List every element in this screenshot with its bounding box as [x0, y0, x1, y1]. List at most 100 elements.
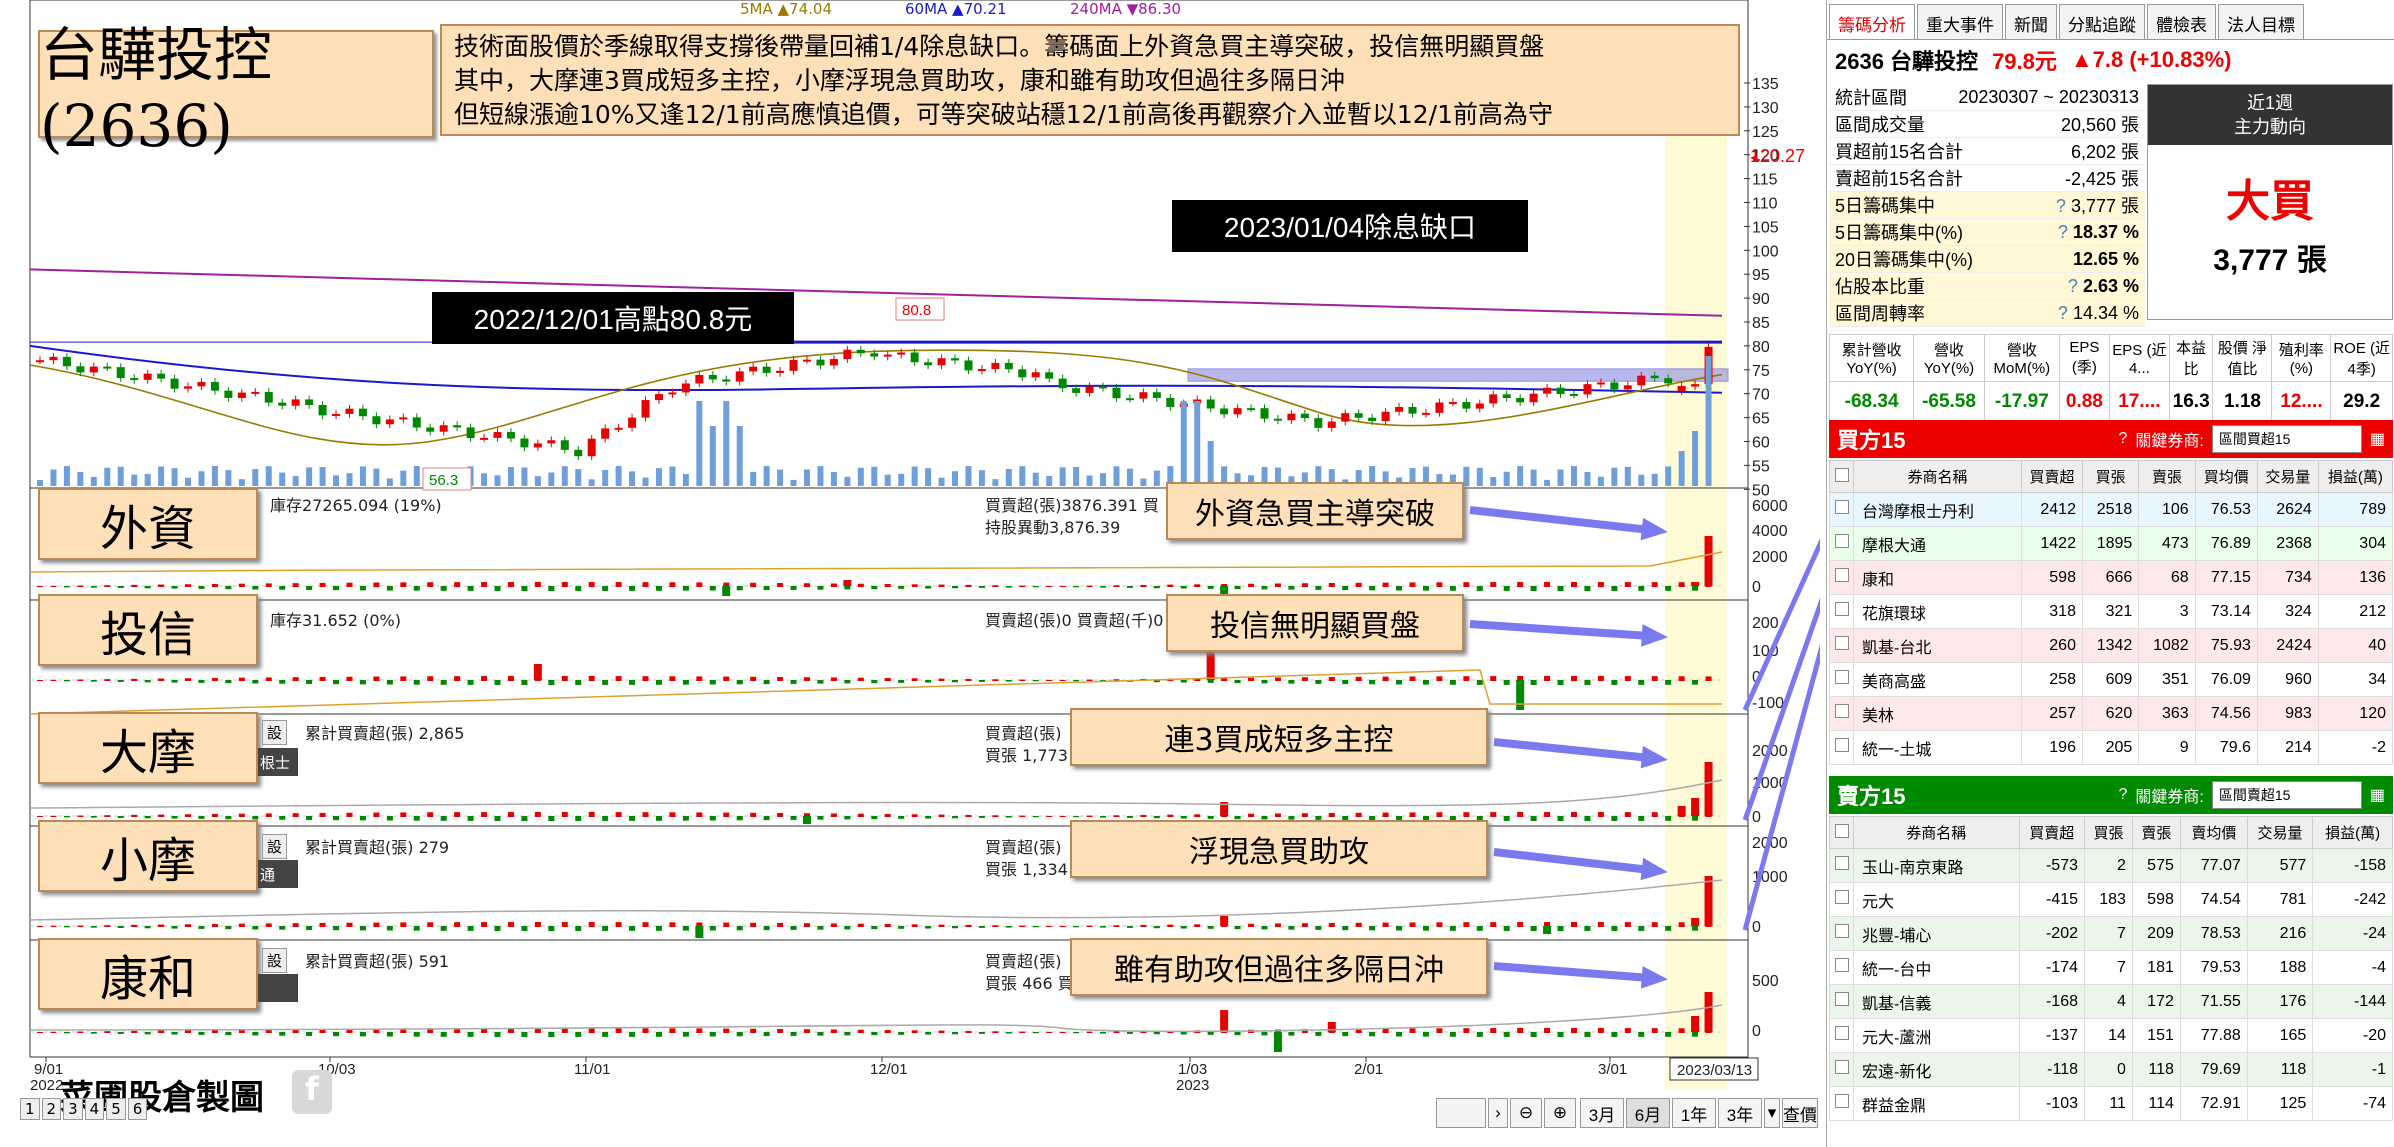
tab-target-price[interactable]: 法人目標 [2218, 4, 2304, 39]
candle-body [170, 378, 179, 389]
select-all-checkbox[interactable] [1829, 816, 1854, 849]
date-input[interactable] [1436, 1098, 1486, 1128]
row-checkbox[interactable] [1829, 984, 1854, 1019]
column-header[interactable]: 損益(萬) [2317, 460, 2394, 493]
buy-range-select[interactable]: 區間買超15 [2211, 425, 2362, 453]
kh-settings-button[interactable]: 設 [262, 948, 288, 973]
broker-row[interactable]: 花旗環球 318 321 3 73.14 324 212 [1829, 594, 2394, 629]
broker-row[interactable]: 玉山-南京東路 -573 2 575 77.07 577 -158 [1829, 848, 2393, 883]
column-header[interactable]: 交易量 [2246, 816, 2314, 849]
period-3y-button[interactable]: 3年 [1718, 1098, 1762, 1128]
broker-row[interactable]: 元大 -415 183 598 74.54 781 -242 [1829, 882, 2393, 917]
broker-row[interactable]: 宏遠-新化 -118 0 118 79.69 118 -1 [1829, 1052, 2393, 1087]
broker-row[interactable]: 凱基-信義 -168 4 172 71.55 176 -144 [1829, 984, 2393, 1019]
page-button[interactable]: 2 [41, 1098, 62, 1120]
help-icon[interactable]: ? [2119, 786, 2128, 804]
foreign-bar [1073, 586, 1080, 588]
row-checkbox[interactable] [1829, 628, 1854, 663]
column-header[interactable]: 買賣超 [2018, 816, 2086, 849]
broker-row[interactable]: 群益金鼎 -103 11 114 72.91 125 -74 [1829, 1086, 2393, 1121]
grid-icon[interactable]: ▦ [2370, 785, 2385, 805]
page-button[interactable]: 4 [84, 1098, 105, 1120]
row-checkbox[interactable] [1829, 1052, 1854, 1087]
broker-row[interactable]: 美商高盛 258 609 351 76.09 960 34 [1829, 662, 2394, 697]
trust-bar [1032, 680, 1039, 682]
period-3m-button[interactable]: 3月 [1580, 1098, 1624, 1128]
dropdown-arrow-icon[interactable]: ▾ [1764, 1098, 1780, 1128]
tab-chip-analysis[interactable]: 籌碼分析 [1829, 4, 1915, 39]
row-checkbox[interactable] [1829, 1086, 1854, 1121]
column-header[interactable]: 券商名稱 [1853, 816, 2020, 849]
next-arrow-icon[interactable]: › [1488, 1098, 1508, 1128]
help-icon[interactable]: ? [2058, 222, 2068, 242]
page-button[interactable]: 1 [20, 1098, 40, 1120]
column-header[interactable]: 買均價 [2194, 460, 2258, 493]
zoom-out-icon[interactable]: ⊖ [1510, 1098, 1542, 1128]
column-header[interactable]: 賣張 [2131, 816, 2181, 849]
ms-settings-button[interactable]: 設 [262, 720, 288, 745]
row-checkbox[interactable] [1829, 916, 1854, 951]
row-checkbox[interactable] [1829, 1018, 1854, 1053]
select-all-checkbox[interactable] [1829, 460, 1854, 493]
tab-health-check[interactable]: 體檢表 [2147, 4, 2216, 39]
column-header[interactable]: 交易量 [2256, 460, 2319, 493]
ms-bar [1261, 816, 1268, 820]
broker-row[interactable]: 統一-土城 196 205 9 79.6 214 -2 [1829, 730, 2394, 765]
row-checkbox[interactable] [1829, 594, 1854, 629]
period-6m-button[interactable]: 6月 [1626, 1098, 1670, 1128]
row-checkbox[interactable] [1829, 492, 1854, 527]
row-checkbox[interactable] [1829, 848, 1854, 883]
help-icon[interactable]: ? [2056, 196, 2066, 216]
trust-bar [992, 679, 999, 681]
broker-row[interactable]: 統一-台中 -174 7 181 79.53 188 -4 [1829, 950, 2393, 985]
broker-row[interactable]: 元大-蘆洲 -137 14 151 77.88 165 -20 [1829, 1018, 2393, 1053]
candle-body [412, 417, 421, 428]
zoom-in-icon[interactable]: ⊕ [1544, 1098, 1576, 1128]
row-checkbox[interactable] [1829, 560, 1854, 595]
kh-bar [144, 1032, 151, 1035]
broker-row[interactable]: 摩根大通 1422 1895 473 76.89 2368 304 [1829, 526, 2394, 561]
row-checkbox[interactable] [1829, 696, 1854, 731]
row-checkbox[interactable] [1829, 882, 1854, 917]
broker-cell: 598 [2131, 882, 2181, 917]
page-button[interactable]: 5 [106, 1098, 126, 1120]
volume-bar [1019, 466, 1026, 486]
jp-settings-button[interactable]: 設 [262, 834, 288, 859]
broker-row[interactable]: 兆豐-埔心 -202 7 209 78.53 216 -24 [1829, 916, 2393, 951]
query-button[interactable]: 查價 [1782, 1098, 1818, 1128]
facebook-icon[interactable]: f [292, 1070, 332, 1114]
broker-cell: -242 [2312, 882, 2393, 917]
row-checkbox[interactable] [1829, 950, 1854, 985]
column-header[interactable]: 券商名稱 [1852, 460, 2023, 493]
broker-row[interactable]: 凱基-台北 260 1342 1082 75.93 2424 40 [1829, 628, 2394, 663]
help-icon[interactable]: ? [2119, 430, 2128, 448]
row-checkbox[interactable] [1829, 730, 1854, 765]
broker-row[interactable]: 美林 257 620 363 74.56 983 120 [1829, 696, 2394, 731]
period-1y-button[interactable]: 1年 [1672, 1098, 1716, 1128]
jp-bar [1153, 926, 1160, 929]
broker-row[interactable]: 康和 598 666 68 77.15 734 136 [1829, 560, 2394, 595]
column-header[interactable]: 買賣超 [2021, 460, 2083, 493]
fin-header: 累計營收 YoY(%) [1828, 334, 1915, 382]
ma240-line [29, 268, 1723, 317]
grid-icon[interactable]: ▦ [2370, 429, 2385, 449]
jp-bar [77, 925, 84, 927]
page-button[interactable]: 3 [63, 1098, 83, 1120]
broker-row[interactable]: 台灣摩根士丹利 2412 2518 106 76.53 2624 789 [1829, 492, 2394, 527]
row-checkbox[interactable] [1829, 526, 1854, 561]
help-icon[interactable]: ? [2068, 276, 2078, 296]
row-checkbox[interactable] [1829, 662, 1854, 697]
help-icon[interactable]: ? [2058, 303, 2068, 323]
candle-body [1045, 372, 1054, 379]
tab-news[interactable]: 新聞 [2005, 4, 2057, 39]
sell-range-select[interactable]: 區間賣超15 [2211, 781, 2362, 809]
page-button[interactable]: 6 [127, 1098, 148, 1120]
column-header[interactable]: 買張 [2081, 460, 2140, 493]
candle-body [749, 366, 758, 372]
tab-branch-tracking[interactable]: 分點追蹤 [2059, 4, 2145, 39]
column-header[interactable]: 損益(萬) [2312, 816, 2393, 849]
column-header[interactable]: 賣張 [2138, 460, 2196, 493]
column-header[interactable]: 賣均價 [2179, 816, 2248, 849]
tab-major-events[interactable]: 重大事件 [1917, 4, 2003, 39]
column-header[interactable]: 買張 [2084, 816, 2133, 849]
